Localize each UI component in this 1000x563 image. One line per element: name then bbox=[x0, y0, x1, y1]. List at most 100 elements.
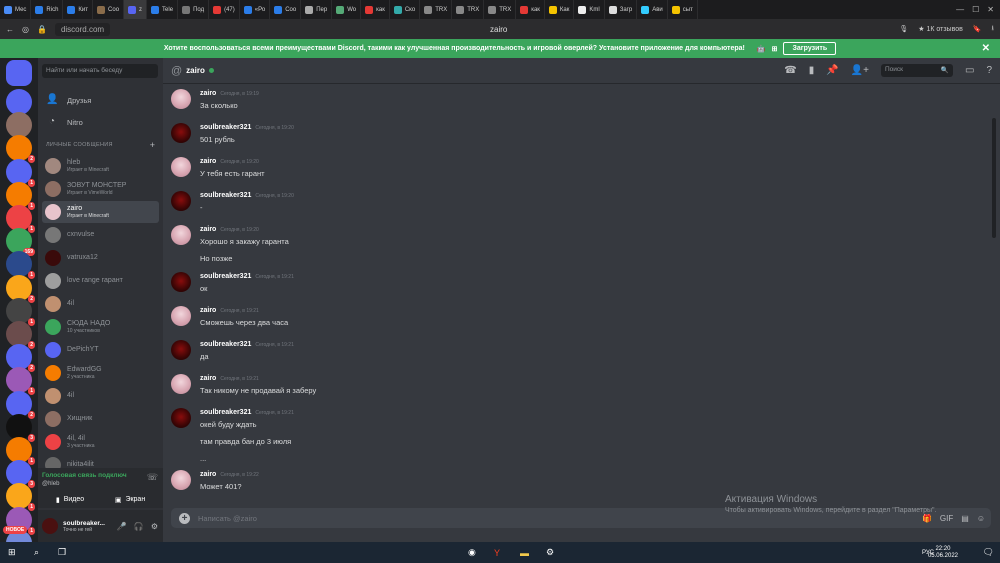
browser-tab[interactable]: как bbox=[361, 0, 390, 19]
dm-item[interactable]: DePichYT bbox=[42, 339, 159, 361]
gift-icon[interactable]: 🎁 bbox=[922, 514, 932, 523]
notification-icon[interactable]: 🗨 bbox=[983, 547, 994, 558]
avatar[interactable] bbox=[171, 340, 191, 360]
discord-home-icon[interactable] bbox=[6, 60, 32, 86]
browser-tab[interactable]: Соо bbox=[93, 0, 125, 19]
dm-item[interactable]: EdwardGG 2 участника bbox=[42, 362, 159, 384]
server-icon[interactable]: 3 bbox=[6, 460, 35, 489]
server-icon[interactable] bbox=[6, 89, 32, 115]
browser-tab[interactable]: TRX bbox=[420, 0, 453, 19]
avatar[interactable] bbox=[171, 374, 191, 394]
server-icon[interactable]: 2 bbox=[6, 390, 35, 419]
message-author[interactable]: zairo Сегодня, в 19:22 bbox=[200, 471, 259, 478]
bookmark-icon[interactable]: 🔖 bbox=[973, 25, 982, 33]
avatar[interactable] bbox=[171, 191, 191, 211]
gif-icon[interactable]: GIF bbox=[940, 514, 953, 523]
pin-icon[interactable]: 📌 bbox=[826, 65, 838, 76]
search-icon[interactable]: ⌕ bbox=[34, 547, 39, 558]
browser-tab[interactable]: Под bbox=[178, 0, 210, 19]
server-icon[interactable]: 2 bbox=[6, 274, 35, 303]
author-name[interactable]: soulbreaker321 bbox=[200, 341, 251, 348]
server-icon[interactable]: 2 bbox=[6, 344, 35, 373]
author-name[interactable]: zairo bbox=[200, 158, 216, 165]
browser-tab[interactable]: Соо bbox=[270, 0, 302, 19]
server-icon[interactable]: 1 bbox=[6, 158, 35, 187]
gear-icon[interactable]: ⚙ bbox=[151, 522, 158, 531]
avatar[interactable] bbox=[171, 306, 191, 326]
browser-tab[interactable]: Rich bbox=[31, 0, 64, 19]
browser-tab[interactable]: Кит bbox=[63, 0, 94, 19]
avatar[interactable] bbox=[171, 89, 191, 109]
dm-item[interactable]: Хищник bbox=[42, 408, 159, 430]
folder-icon[interactable]: ▬ bbox=[520, 548, 529, 558]
browser-tab[interactable]: Загр bbox=[605, 0, 638, 19]
friends-nav[interactable]: 👤 Друзья bbox=[46, 94, 91, 106]
server-icon[interactable]: 1 bbox=[6, 251, 35, 280]
settings-icon[interactable]: ⚙ bbox=[546, 547, 554, 558]
clock[interactable]: 22:20 05.06.2022 bbox=[928, 546, 958, 560]
server-icon[interactable]: 2 bbox=[6, 321, 35, 349]
browser-tab[interactable]: TRX bbox=[452, 0, 485, 19]
avatar[interactable] bbox=[171, 272, 191, 292]
browser-tab[interactable]: Tele bbox=[147, 0, 179, 19]
server-icon[interactable]: 1 bbox=[6, 181, 35, 210]
create-dm-icon[interactable]: + bbox=[150, 140, 155, 150]
author-name[interactable]: soulbreaker321 bbox=[200, 124, 251, 131]
browser-tab[interactable]: Мес bbox=[0, 0, 32, 19]
task-view-icon[interactable]: ❐ bbox=[58, 547, 66, 558]
browser-tab[interactable]: (47) bbox=[209, 0, 240, 19]
inbox-icon[interactable]: ▭ bbox=[965, 65, 974, 76]
server-icon[interactable]: 1 bbox=[6, 483, 35, 512]
message-author[interactable]: zairo Сегодня, в 19:20 bbox=[200, 226, 259, 233]
mic-icon[interactable]: 🎙 bbox=[899, 25, 908, 33]
help-icon[interactable]: ? bbox=[986, 65, 992, 76]
video-button[interactable]: ▮ Видео bbox=[42, 493, 98, 506]
browser-tab[interactable]: Wo bbox=[332, 0, 362, 19]
browser-tab[interactable]: Как bbox=[545, 0, 575, 19]
avatar[interactable] bbox=[171, 157, 191, 177]
message-author[interactable]: zairo Сегодня, в 19:21 bbox=[200, 307, 259, 314]
server-icon[interactable]: 1 bbox=[6, 297, 35, 326]
message-author[interactable]: soulbreaker321 Сегодня, в 19:20 bbox=[200, 124, 294, 131]
add-user-icon[interactable]: 👤+ bbox=[851, 65, 869, 76]
server-icon[interactable] bbox=[6, 112, 32, 139]
author-name[interactable]: zairo bbox=[200, 471, 216, 478]
emoji-icon[interactable]: ☺ bbox=[977, 514, 985, 523]
back-icon[interactable]: ← bbox=[6, 25, 14, 34]
download-icon[interactable]: ⭳ bbox=[992, 24, 994, 35]
dm-item[interactable]: СЮДА НАДО 10 участников bbox=[42, 316, 159, 338]
browser-tab[interactable]: Пер bbox=[301, 0, 333, 19]
video-call-icon[interactable]: ▮ bbox=[809, 65, 815, 76]
message-author[interactable]: zairo Сегодня, в 19:19 bbox=[200, 90, 259, 97]
sticker-icon[interactable]: ▤ bbox=[961, 514, 969, 523]
author-name[interactable]: zairo bbox=[200, 226, 216, 233]
dm-item[interactable]: vatruxa12 bbox=[42, 247, 159, 269]
scrollbar[interactable] bbox=[992, 118, 996, 238]
author-name[interactable]: zairo bbox=[200, 90, 216, 97]
dm-item[interactable]: hleb Играет в Minecraft bbox=[42, 155, 159, 177]
dm-item[interactable]: ЗОВУТ МОНСТЕР Играет в VimeWorld bbox=[42, 178, 159, 200]
screen-button[interactable]: ▣ Экран bbox=[102, 493, 158, 506]
avatar[interactable] bbox=[171, 470, 191, 490]
dm-item[interactable]: zairo Играет в Minecraft bbox=[42, 201, 159, 223]
server-icon[interactable]: 1 bbox=[6, 437, 35, 465]
dm-item[interactable]: 4il, 4il 3 участника bbox=[42, 431, 159, 453]
author-name[interactable]: soulbreaker321 bbox=[200, 192, 251, 199]
dm-item[interactable]: love range гарант bbox=[42, 270, 159, 292]
browser-tab[interactable]: Ско bbox=[390, 0, 421, 19]
attach-icon[interactable]: + bbox=[179, 512, 190, 524]
server-icon[interactable]: 3 bbox=[6, 413, 35, 442]
edge-icon[interactable]: ◉ bbox=[468, 547, 476, 558]
mic-icon[interactable]: 🎤 bbox=[117, 522, 127, 531]
server-icon[interactable]: 1 bbox=[6, 205, 35, 233]
server-icon[interactable]: 2 bbox=[6, 135, 35, 164]
message-author[interactable]: soulbreaker321 Сегодня, в 19:21 bbox=[200, 273, 294, 280]
dm-item[interactable]: cxnvulse bbox=[42, 224, 159, 246]
browser-tab[interactable]: z bbox=[124, 0, 148, 19]
disconnect-icon[interactable]: ☏ bbox=[147, 472, 158, 483]
browser-tab[interactable]: TRX bbox=[484, 0, 517, 19]
author-name[interactable]: soulbreaker321 bbox=[200, 273, 251, 280]
server-icon[interactable]: 1 bbox=[6, 367, 35, 396]
browser-tab[interactable]: Ави bbox=[637, 0, 668, 19]
download-button[interactable]: Загрузить bbox=[783, 42, 837, 55]
